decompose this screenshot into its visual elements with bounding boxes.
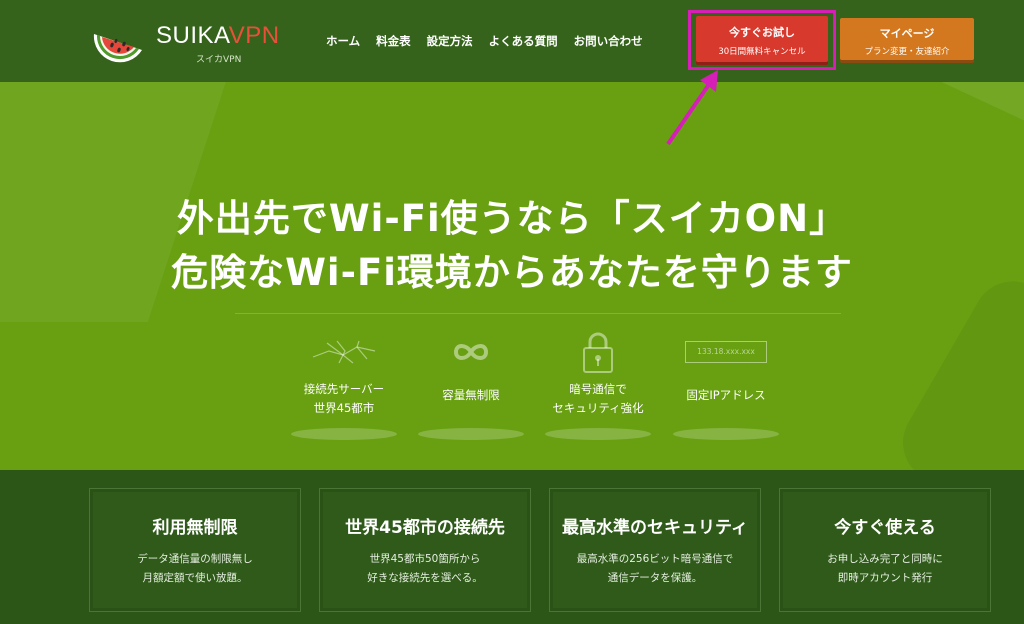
card-security: 最高水準のセキュリティ 最高水準の256ビット暗号通信で 通信データを保護。: [549, 488, 761, 612]
feature-unlimited-label: 容量無制限: [442, 388, 500, 402]
card-desc-line2: 好きな接続先を選べる。: [367, 572, 483, 584]
hero-headline-line2: 危険なWi-Fi環境からあなたを守ります: [171, 251, 853, 294]
feature-servers-label2: 世界45都市: [313, 401, 375, 415]
nav-home[interactable]: ホーム: [326, 33, 360, 49]
card-title: 世界45都市の接続先: [345, 518, 505, 538]
pointer-arrow-icon: [666, 70, 718, 146]
brand-name-main: SUIKA: [156, 22, 229, 49]
nav-setup[interactable]: 設定方法: [427, 33, 473, 49]
card-desc-line1: 世界45都市50箇所から: [369, 553, 481, 565]
card-desc-line2: 即時アカウント発行: [837, 572, 933, 584]
nav-contact[interactable]: お問い合わせ: [574, 33, 643, 49]
lock-icon: [583, 332, 613, 373]
card-unlimited: 利用無制限 データ通信量の制限無し 月額定額で使い放題。: [89, 488, 301, 612]
card-title: 最高水準のセキュリティ: [562, 518, 748, 538]
card-desc-line1: お申し込み完了と同時に: [827, 553, 943, 565]
feature-shadow: [545, 428, 651, 440]
feature-shadow: [291, 428, 397, 440]
card-desc-line1: データ通信量の制限無し: [137, 553, 253, 565]
feature-servers: 接続先サーバー 世界45都市: [274, 330, 414, 440]
card-desc-line2: 通信データを保護。: [607, 572, 703, 584]
background-shape: [915, 82, 1024, 130]
mypage-button-label: マイページ: [879, 27, 935, 40]
nav-faq[interactable]: よくある質問: [489, 33, 558, 49]
nav-pricing[interactable]: 料金表: [376, 33, 411, 49]
card-desc-line1: 最高水準の256ビット暗号通信で: [576, 553, 734, 565]
feature-encryption-label2: セキュリティ強化: [552, 401, 644, 415]
card-title: 今すぐ使える: [834, 518, 936, 538]
card-title: 利用無制限: [152, 518, 238, 538]
hero-divider: [235, 313, 841, 314]
feature-shadow: [673, 428, 779, 440]
mypage-button[interactable]: マイページ プラン変更・友達紹介: [840, 18, 974, 60]
infinity-icon: [453, 344, 489, 360]
brand-logo[interactable]: SUIKAVPN スイカVPN: [88, 12, 288, 72]
card-servers: 世界45都市の接続先 世界45都市50箇所から 好きな接続先を選べる。: [319, 488, 531, 612]
feature-encryption-label1: 暗号通信で: [569, 382, 627, 396]
site-header: SUIKAVPN スイカVPN ホーム 料金表 設定方法 よくある質問 お問い合…: [0, 0, 1024, 82]
hero-section: 外出先でWi-Fi使うなら「スイカON」 危険なWi-Fi環境からあなたを守りま…: [0, 82, 1024, 470]
feature-unlimited: 容量無制限: [401, 330, 541, 440]
feature-cards-section: 利用無制限 データ通信量の制限無し 月額定額で使い放題。 世界45都市の接続先 世…: [0, 470, 1024, 624]
trial-button-sublabel: 30日間無料キャンセル: [718, 47, 806, 57]
feature-encryption: 暗号通信でセキュリティ強化: [528, 330, 668, 440]
main-nav: ホーム 料金表 設定方法 よくある質問 お問い合わせ: [326, 33, 643, 49]
brand-tagline: スイカVPN: [196, 55, 242, 65]
ip-address-box-icon: 133.18.xxx.xxx: [685, 341, 767, 363]
hero-headline-line1: 外出先でWi-Fi使うなら「スイカON」: [176, 197, 848, 240]
trial-button-label: 今すぐお試し: [729, 26, 795, 39]
feature-shadow: [418, 428, 524, 440]
card-instant: 今すぐ使える お申し込み完了と同時に 即時アカウント発行: [779, 488, 991, 612]
mypage-button-sublabel: プラン変更・友達紹介: [864, 47, 950, 57]
network-map-icon: [312, 340, 376, 364]
trial-button[interactable]: 今すぐお試し 30日間無料キャンセル: [696, 16, 828, 62]
brand-name-accent: VPN: [228, 22, 280, 49]
feature-static-ip: 133.18.xxx.xxx 固定IPアドレス: [656, 330, 796, 440]
feature-static-ip-label: 固定IPアドレス: [686, 388, 766, 402]
background-shape: [888, 266, 1024, 470]
brand-name: SUIKAVPN: [156, 22, 280, 50]
watermelon-icon: [93, 34, 142, 63]
card-desc-line2: 月額定額で使い放題。: [142, 572, 248, 584]
feature-servers-label1: 接続先サーバー: [303, 382, 385, 396]
